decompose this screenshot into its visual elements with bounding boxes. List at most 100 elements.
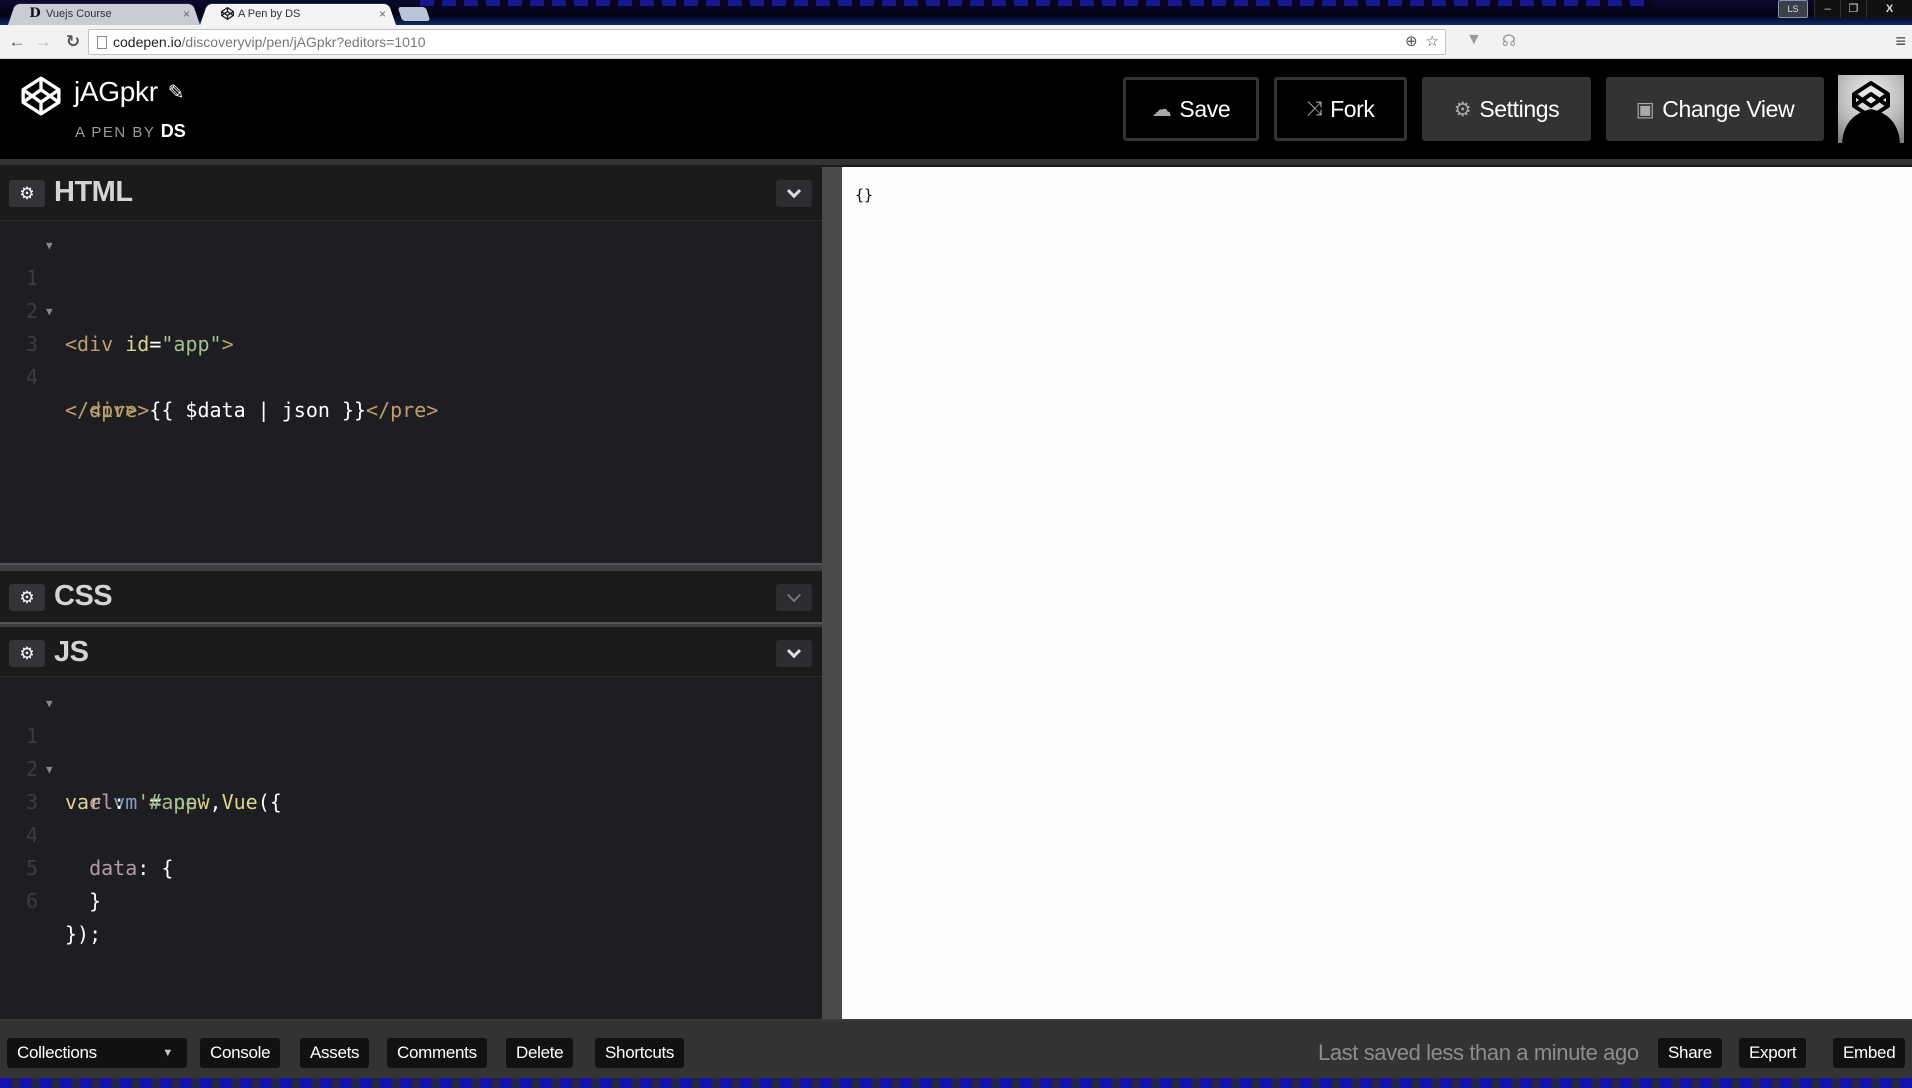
code-line: 3 ▼ data: { [0, 753, 822, 880]
preview-output: {} [855, 186, 874, 204]
profile-badge[interactable]: LS [1778, 0, 1808, 18]
assets-button[interactable]: Assets [300, 1038, 370, 1068]
export-button[interactable]: Export [1739, 1038, 1807, 1068]
url-host: codepen.io [113, 34, 182, 50]
address-bar[interactable]: codepen.io/discoveryvip/pen/jAGpkr?edito… [88, 29, 1446, 55]
code-line: 5 } [0, 819, 822, 913]
avatar-image [1842, 81, 1900, 143]
save-button[interactable]: ☁ Save [1123, 77, 1259, 141]
reload-icon[interactable]: ↻ [62, 31, 84, 53]
pen-title-text: jAGpkr [74, 76, 158, 107]
collections-dropdown[interactable]: Collections ▼ [7, 1038, 187, 1068]
change-view-label: Change View [1662, 95, 1795, 122]
fork-icon: ⤨ [1306, 97, 1323, 120]
minimize-icon[interactable]: – [1814, 0, 1840, 18]
change-view-button[interactable]: ▣ Change View [1606, 77, 1824, 141]
tab-title: A Pen by DS [238, 7, 301, 20]
code-line: 2 [0, 262, 822, 323]
code-line: 6 }); [0, 852, 822, 946]
extensions: ▼ ☊ [1466, 31, 1516, 51]
line-number: 4 [25, 365, 38, 389]
chevron-down-icon [786, 643, 802, 658]
line-number: 6 [25, 889, 38, 913]
chevron-down-icon [786, 183, 802, 198]
css-collapse-button[interactable] [776, 584, 812, 611]
js-settings-gear-icon[interactable]: ⚙ [9, 640, 45, 667]
css-editor-header: ⚙ CSS [0, 571, 822, 625]
desktop-taskbar-edge [0, 1078, 1912, 1088]
user-avatar[interactable] [1838, 75, 1904, 143]
editor-preview-resize-handle[interactable] [822, 167, 842, 1019]
token: }); [65, 922, 102, 946]
comments-button[interactable]: Comments [387, 1038, 487, 1068]
close-tab-icon[interactable]: × [379, 7, 386, 21]
tab-title: Vuejs Course [46, 7, 112, 20]
pen-title[interactable]: jAGpkr ✎ [74, 76, 185, 108]
embed-button[interactable]: Embed [1833, 1038, 1906, 1068]
pen-byline: A PEN BY DS [75, 121, 186, 142]
html-collapse-button[interactable] [776, 180, 812, 207]
close-tab-icon[interactable]: × [183, 7, 190, 21]
html-code-editor[interactable]: 1 ▼ <div id="app"> 2 3 ▼ <pre>{{ $data |… [0, 229, 822, 559]
vue-devtools-icon[interactable]: ▼ [1466, 31, 1482, 51]
css-settings-gear-icon[interactable]: ⚙ [9, 584, 45, 611]
gear-icon: ⚙ [1453, 98, 1472, 121]
forward-arrow-icon[interactable]: → [32, 31, 54, 53]
pen-by-label: A PEN BY [75, 124, 156, 141]
d-logo-icon: D [29, 6, 41, 21]
codepen-icon [220, 7, 234, 21]
code-line: 4 </div> [0, 328, 822, 422]
code-line: 3 ▼ <pre>{{ $data | json }}</pre> [0, 295, 822, 422]
zoom-icon[interactable]: ⊕ [1405, 32, 1418, 50]
token: </div> [65, 398, 138, 422]
author-link[interactable]: DS [161, 121, 186, 141]
editor-resize-handle[interactable] [0, 563, 822, 571]
fork-button[interactable]: ⤨ Fork [1274, 77, 1407, 141]
header-divider [0, 159, 1912, 167]
editors-column: ⚙ HTML 1 ▼ <div id="app"> 2 3 ▼ <pre>{{ … [0, 167, 822, 1019]
tab-a-pen-by-ds[interactable]: A Pen by DS × [200, 2, 396, 26]
js-editor-title: JS [54, 636, 89, 668]
window-controls: LS – ❐ X [1778, 0, 1912, 20]
fold-arrow-icon[interactable]: ▼ [46, 229, 53, 262]
fold-arrow-icon[interactable]: ▼ [46, 295, 53, 328]
page-icon [97, 35, 107, 49]
save-status: Last saved less than a minute ago [1318, 1040, 1639, 1065]
url-path: /discoveryvip/pen/jAGpkr?editors=1010 [181, 34, 426, 50]
new-tab-button[interactable] [397, 7, 431, 21]
console-button[interactable]: Console [200, 1038, 281, 1068]
codepen-logo-icon[interactable] [20, 75, 62, 117]
hamburger-menu-icon[interactable]: ≡ [1895, 31, 1906, 52]
shortcuts-button[interactable]: Shortcuts [595, 1038, 685, 1068]
settings-button[interactable]: ⚙ Settings [1422, 77, 1591, 141]
caret-down-icon: ▼ [162, 1047, 173, 1059]
share-button[interactable]: Share [1658, 1038, 1722, 1068]
fold-arrow-icon[interactable]: ▼ [46, 753, 53, 786]
code-line: 1 ▼ var vm = new Vue({ [0, 687, 822, 814]
codepen-footer: Collections ▼ Console Assets Comments De… [0, 1019, 1912, 1080]
pencil-icon[interactable]: ✎ [168, 80, 185, 105]
extension-icon[interactable]: ☊ [1502, 31, 1516, 51]
bookmark-star-icon[interactable]: ☆ [1426, 32, 1439, 50]
token: </pre> [366, 398, 439, 422]
js-code-editor[interactable]: 1 ▼ var vm = new Vue({ 2 el: '#app', 3 ▼… [0, 687, 822, 1017]
collections-label: Collections [17, 1043, 97, 1062]
js-editor-header: ⚙ JS [0, 627, 822, 677]
result-preview[interactable]: {} [842, 167, 1912, 1019]
js-collapse-button[interactable] [776, 640, 812, 667]
back-arrow-icon[interactable]: ← [6, 31, 28, 53]
cloud-icon: ☁ [1151, 98, 1172, 121]
html-settings-gear-icon[interactable]: ⚙ [9, 180, 45, 207]
code-line: 4 [0, 786, 822, 847]
tab-vuejs-course[interactable]: D Vuejs Course × [8, 2, 200, 26]
settings-label: Settings [1479, 95, 1560, 122]
codepen-header: jAGpkr ✎ A PEN BY DS ☁ Save ⤨ Fork ⚙ Set… [0, 59, 1912, 159]
browser-titlebar: D Vuejs Course × A Pen by DS × LS – ❐ X [0, 0, 1912, 26]
close-window-icon[interactable]: X [1866, 0, 1912, 18]
delete-button[interactable]: Delete [506, 1038, 574, 1068]
fold-arrow-icon[interactable]: ▼ [46, 687, 53, 720]
code-line: 1 ▼ <div id="app"> [0, 229, 822, 356]
chevron-down-icon [786, 587, 802, 602]
browser-toolbar: ← → ↻ codepen.io/discoveryvip/pen/jAGpkr… [0, 25, 1912, 59]
restore-icon[interactable]: ❐ [1840, 0, 1866, 18]
